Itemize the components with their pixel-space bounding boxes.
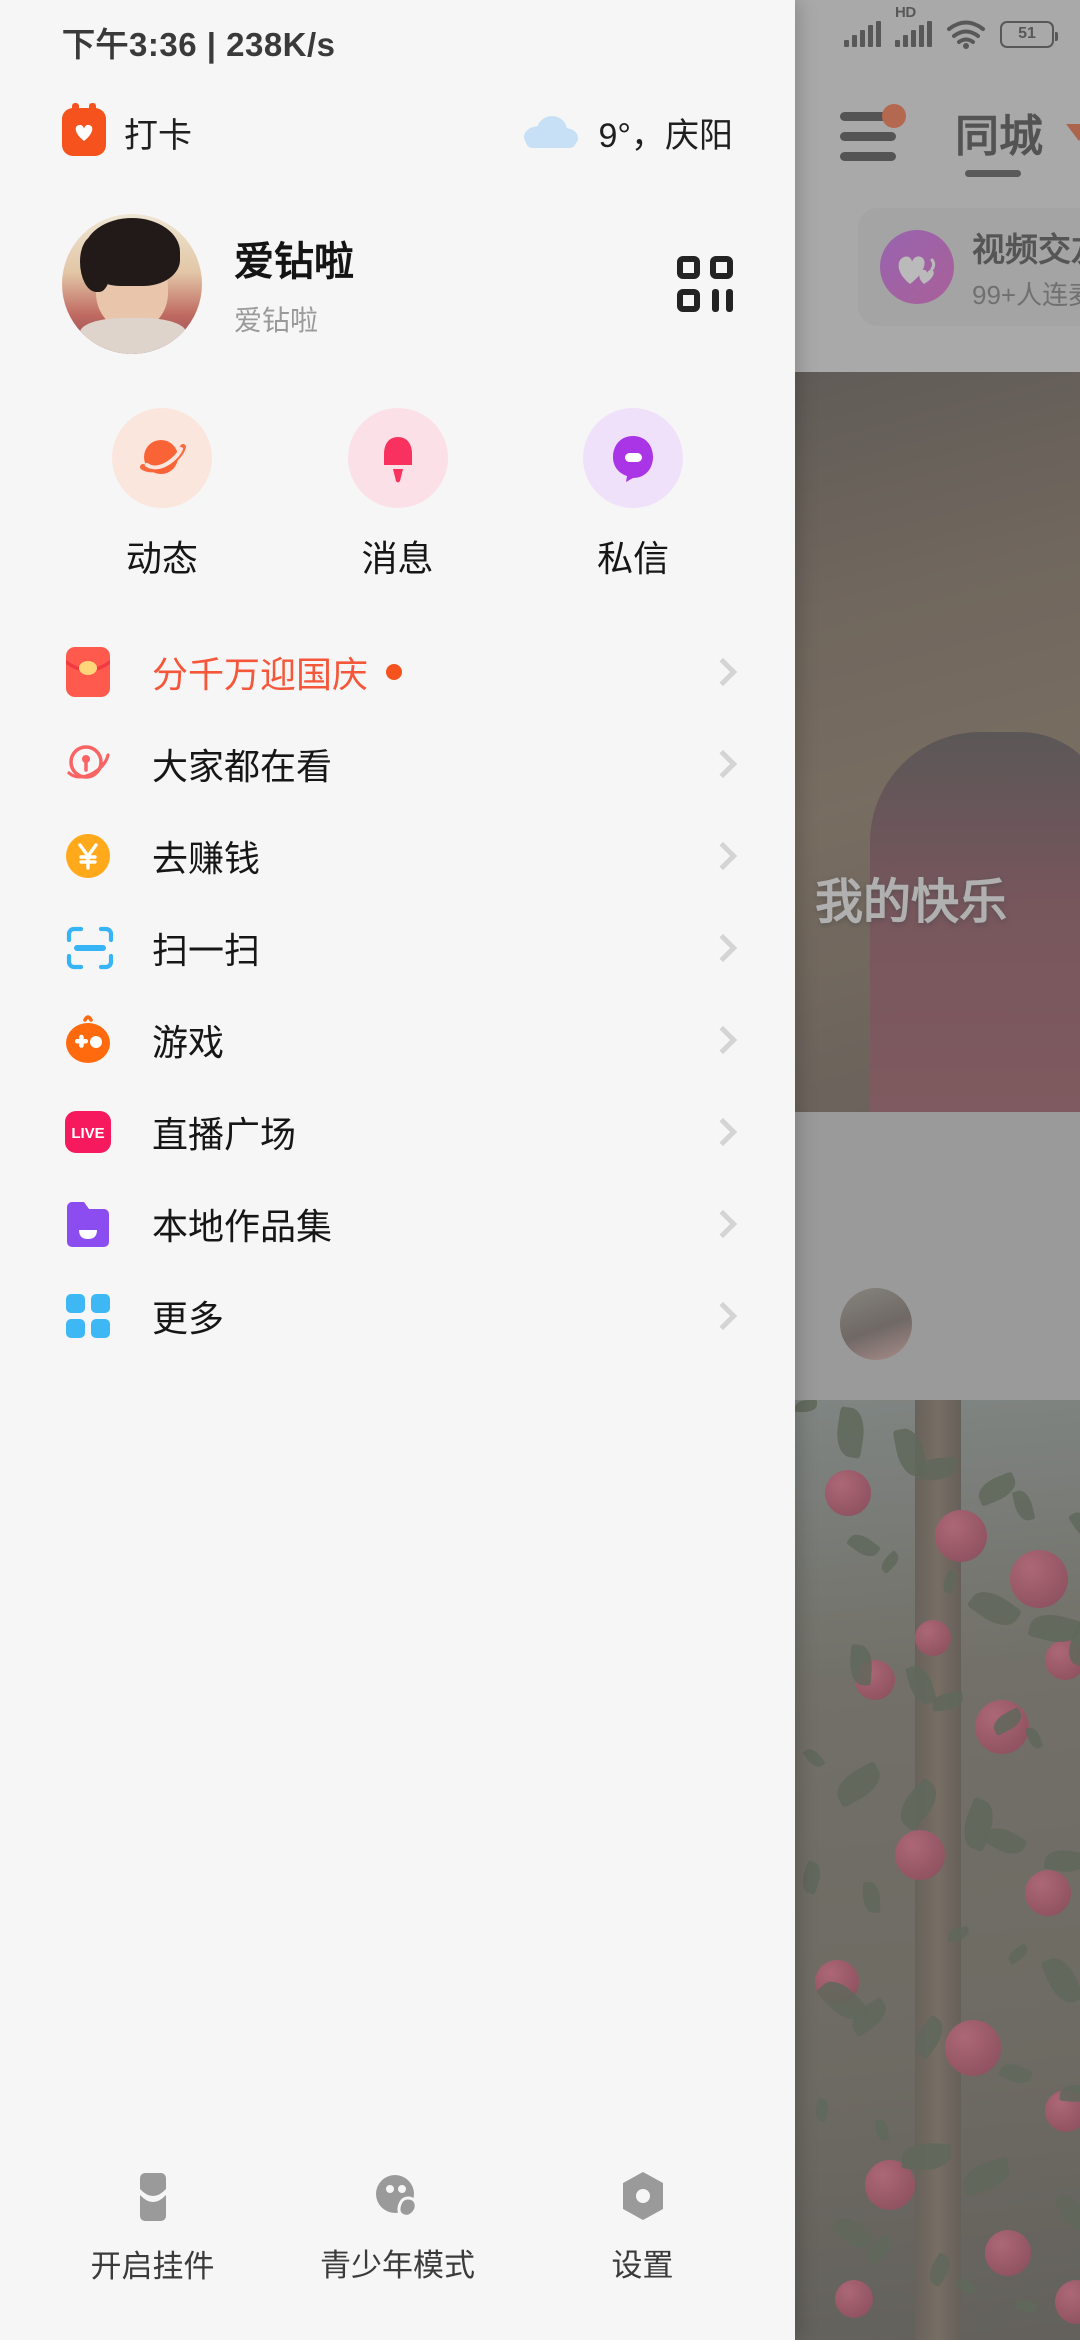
bottom-label: 青少年模式	[320, 2247, 475, 2283]
weather-label: 9°，庆阳	[598, 116, 733, 155]
checkin-heart-icon	[62, 103, 106, 156]
chevron-right-icon	[708, 841, 738, 871]
promo-subtitle: 99+人连麦中	[972, 279, 1080, 310]
chevron-right-icon	[708, 1117, 738, 1147]
cellular-signal-icon	[844, 21, 881, 47]
sidebar-item-settings[interactable]: 设置	[520, 2170, 765, 2285]
badge-dot	[386, 664, 403, 680]
live-badge-icon: LIVE	[62, 1106, 114, 1158]
chat-icon	[583, 408, 684, 508]
page-title: 爱钻啦	[234, 240, 354, 284]
sidebar-item-sixin[interactable]: 私信	[515, 408, 751, 582]
weather-widget[interactable]: 9°，庆阳	[524, 108, 733, 157]
sidebar-item-4[interactable]: 游戏	[0, 994, 795, 1086]
shortcut-label: 私信	[597, 538, 670, 579]
yuan-coin-icon	[62, 830, 114, 882]
chevron-right-icon	[708, 657, 738, 687]
cloud-icon	[524, 116, 579, 148]
chevron-right-icon	[708, 1209, 738, 1239]
pendant-icon	[139, 2172, 166, 2221]
sidebar-item-6[interactable]: 本地作品集	[0, 1178, 795, 1270]
sidebar-item-label: 分千万迎国庆	[152, 654, 369, 695]
gamepad-icon	[62, 1014, 114, 1066]
status-time-network: 下午3:36 | 238K/s	[62, 26, 336, 63]
svg-text:LIVE: LIVE	[71, 1125, 104, 1142]
settings-gear-icon	[622, 2171, 663, 2220]
sidebar-item-teen-mode[interactable]: 青少年模式	[275, 2170, 520, 2285]
drawer-bottom-bar: 开启挂件 青少年模式 设置	[0, 2150, 795, 2340]
hd-label: HD	[895, 4, 916, 21]
video-card-bottom[interactable]	[795, 1400, 1080, 2340]
sidebar-item-label: 本地作品集	[152, 1206, 333, 1247]
checkin-button[interactable]: 打卡	[62, 103, 192, 157]
planet-outline-icon	[62, 738, 114, 790]
sidebar-item-xiaoxi[interactable]: 消息	[280, 408, 516, 582]
chevron-right-icon	[708, 1025, 738, 1055]
bottom-label: 开启挂件	[90, 2248, 215, 2284]
sidebar-item-label: 游戏	[152, 1022, 225, 1063]
hamburger-menu-button[interactable]	[840, 104, 906, 172]
shortcut-label: 消息	[361, 538, 434, 579]
wifi-icon	[947, 20, 985, 49]
sidebar-item-3[interactable]: 扫一扫	[0, 902, 795, 994]
sidebar-item-5[interactable]: LIVE 直播广场	[0, 1086, 795, 1178]
chevron-right-icon	[708, 749, 738, 779]
shortcut-row: 动态 消息 私信	[0, 364, 795, 582]
battery-level: 51	[1018, 25, 1036, 42]
folder-icon	[62, 1198, 114, 1250]
notification-dot-badge	[882, 104, 906, 128]
shortcut-label: 动态	[125, 538, 198, 579]
scan-icon	[62, 922, 114, 974]
profile-header[interactable]: 爱钻啦 爱钻啦	[0, 180, 795, 364]
hearts-icon	[880, 230, 954, 304]
chevron-right-icon	[708, 1301, 738, 1331]
video-card-top[interactable]: 我的快乐	[795, 372, 1080, 1112]
sidebar-item-1[interactable]: 大家都在看	[0, 718, 795, 810]
sidebar-item-label: 大家都在看	[152, 746, 333, 787]
sidebar-item-label: 直播广场	[152, 1114, 297, 1155]
chevron-down-icon[interactable]	[1066, 124, 1080, 141]
profile-username: 爱钻啦	[234, 305, 319, 336]
tab-active-indicator	[965, 170, 1021, 177]
teen-face-icon	[375, 2174, 418, 2218]
avatar[interactable]	[62, 214, 202, 354]
sidebar-item-2[interactable]: 去赚钱	[0, 810, 795, 902]
hd-signal-icon: HD	[895, 4, 932, 47]
feed-spacer	[795, 1112, 1080, 1412]
sidebar-item-label: 更多	[152, 1298, 225, 1339]
bottom-label: 设置	[611, 2247, 674, 2283]
battery-icon: 51	[1000, 20, 1058, 48]
bell-icon	[347, 408, 448, 508]
drawer-menu: 分千万迎国庆 大家都在看去赚钱扫一扫游戏 LIVE 直播广场本地作品集更多	[0, 626, 795, 2150]
side-drawer: 下午3:36 | 238K/s 打卡 9°，庆阳 爱钻啦 爱钻啦 动态 消息 私…	[0, 0, 795, 2340]
grid-icon	[62, 1290, 114, 1342]
promo-title: 视频交友	[972, 230, 1080, 268]
quick-row: 打卡 9°，庆阳	[0, 84, 795, 180]
avatar[interactable]	[840, 1288, 912, 1360]
tab-city[interactable]: 同城	[955, 100, 1043, 164]
sidebar-item-label: 扫一扫	[152, 930, 261, 971]
checkin-label: 打卡	[124, 116, 192, 155]
qr-code-icon[interactable]	[677, 256, 733, 312]
sidebar-item-pendant[interactable]: 开启挂件	[30, 2169, 275, 2286]
planet-icon	[111, 408, 212, 508]
red-envelope-icon	[62, 646, 114, 698]
sidebar-item-0[interactable]: 分千万迎国庆	[0, 626, 795, 718]
sidebar-item-label: 去赚钱	[152, 838, 261, 879]
chevron-right-icon	[708, 933, 738, 963]
sidebar-item-7[interactable]: 更多	[0, 1270, 795, 1362]
video-friends-promo-card[interactable]: 视频交友 99+人连麦中	[858, 208, 1080, 326]
sidebar-item-dongtai[interactable]: 动态	[44, 408, 280, 582]
